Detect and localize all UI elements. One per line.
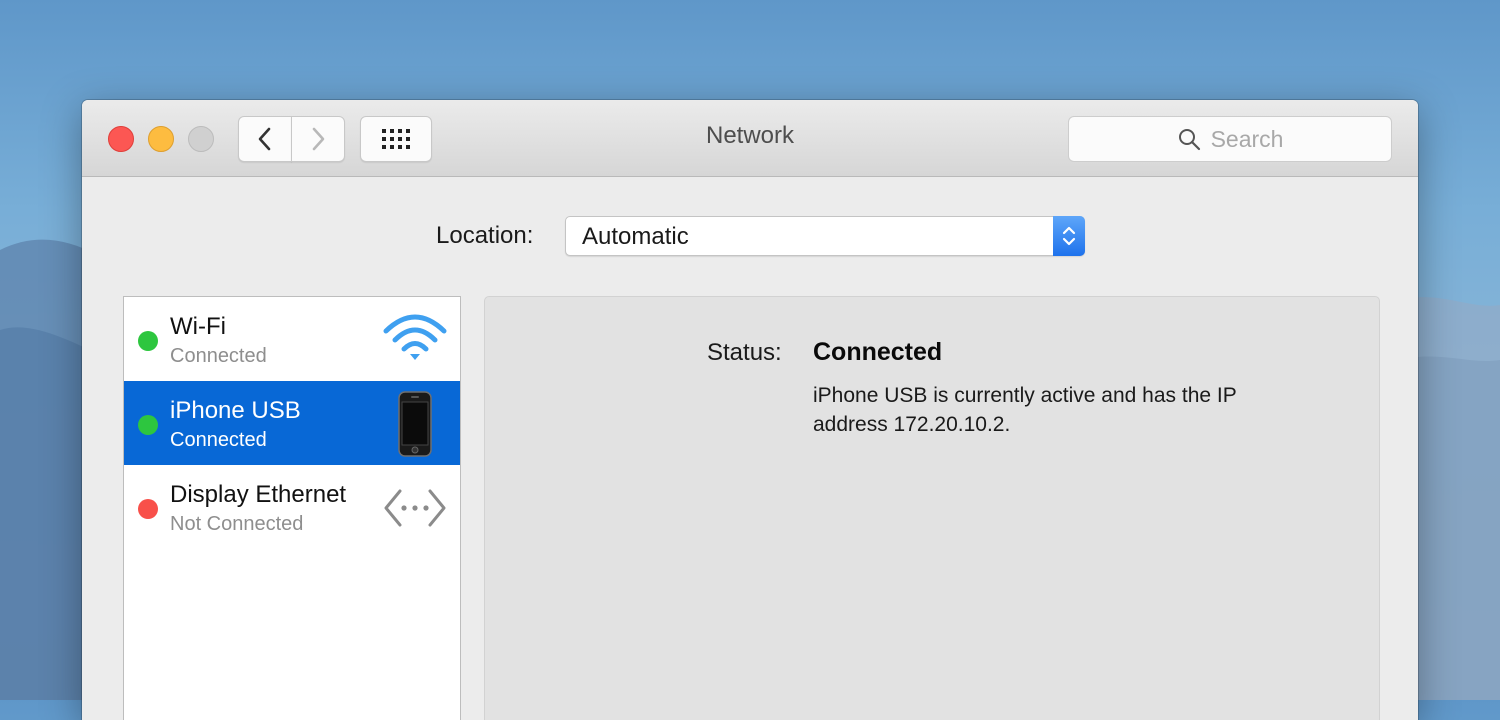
status-label: Status:: [707, 339, 782, 366]
search-field[interactable]: Search: [1068, 116, 1392, 162]
service-name: Wi-Fi: [170, 313, 226, 340]
status-dot: [138, 415, 158, 435]
wifi-icon: [383, 314, 447, 360]
search-placeholder: Search: [1210, 125, 1284, 152]
status-description: iPhone USB is currently active and has t…: [813, 384, 1237, 436]
service-list[interactable]: Wi-Fi Connected iPhone USB Connected Dis: [123, 296, 461, 720]
location-row: Location: Automatic: [82, 216, 1418, 256]
status-value: Connected: [813, 338, 943, 366]
ethernet-icon: [384, 489, 446, 527]
location-value: Automatic: [582, 223, 689, 250]
location-label: Location:: [436, 222, 534, 249]
service-item-wifi[interactable]: Wi-Fi Connected: [124, 297, 460, 381]
network-preferences-window: Network Search Location: Automatic Wi-Fi: [82, 100, 1418, 720]
service-name: Display Ethernet: [170, 481, 347, 508]
search-icon: [1178, 129, 1200, 151]
detail-pane: Status: Connected iPhone USB is currentl…: [484, 296, 1380, 720]
popup-stepper[interactable]: [1053, 216, 1085, 256]
iphone-icon: [398, 391, 432, 457]
location-popup[interactable]: Automatic: [565, 216, 1085, 256]
service-item-iphone-usb[interactable]: iPhone USB Connected: [124, 381, 460, 465]
service-status: Connected: [170, 429, 267, 451]
service-status: Not Connected: [170, 513, 304, 535]
service-status: Connected: [170, 345, 267, 367]
up-down-chevron-icon: [1062, 226, 1076, 246]
service-item-display-ethernet[interactable]: Display Ethernet Not Connected: [124, 465, 460, 549]
status-dot: [138, 331, 158, 351]
status-dot: [138, 499, 158, 519]
service-name: iPhone USB: [170, 397, 301, 424]
title-bar: Network Search: [82, 100, 1418, 177]
